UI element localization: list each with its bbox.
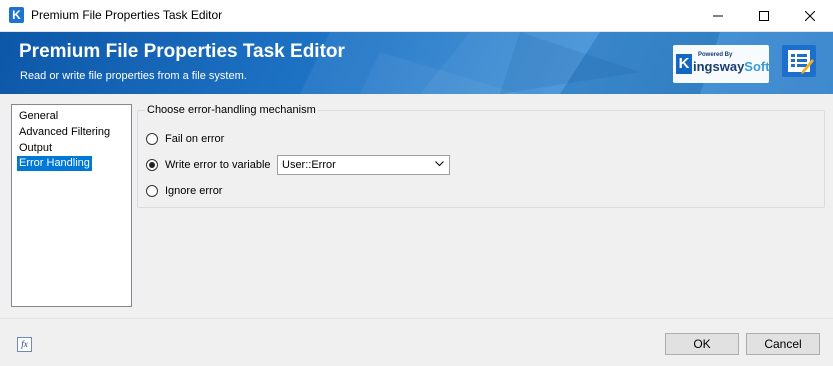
page-list: General Advanced Filtering Output Error …	[11, 104, 132, 307]
banner-subtitle: Read or write file properties from a fil…	[20, 70, 247, 82]
ok-button[interactable]: OK	[665, 333, 739, 355]
write-error-radio[interactable]	[146, 159, 158, 171]
fail-on-error-radio[interactable]	[146, 133, 158, 145]
title-bar: K Premium File Properties Task Editor	[0, 0, 833, 32]
nav-item-error-handling[interactable]: Error Handling	[17, 156, 92, 171]
logo-powered-by: Powered By	[698, 52, 733, 58]
write-error-label[interactable]: Write error to variable	[165, 159, 271, 171]
ignore-error-radio[interactable]	[146, 185, 158, 197]
logo-wordmark: ingswaySoft	[693, 59, 770, 74]
minimize-icon	[713, 15, 723, 16]
ignore-error-label[interactable]: Ignore error	[165, 185, 222, 197]
logo-word-main: ingsway	[693, 59, 745, 74]
window-title: Premium File Properties Task Editor	[31, 8, 223, 22]
chevron-down-icon	[435, 161, 444, 167]
nav-item-output[interactable]: Output	[17, 141, 54, 156]
group-legend: Choose error-handling mechanism	[145, 104, 318, 116]
variable-select-value: User::Error	[282, 159, 336, 171]
nav-item-advanced-filtering[interactable]: Advanced Filtering	[17, 125, 112, 140]
variable-select[interactable]: User::Error	[277, 155, 450, 175]
maximize-icon	[759, 10, 769, 21]
kingswaysoft-logo: Powered By K ingswaySoft	[676, 50, 770, 80]
logo-word-soft: Soft	[744, 59, 770, 74]
logo-k: K	[676, 54, 692, 74]
nav-item-general[interactable]: General	[17, 109, 60, 124]
task-tool-icon	[782, 45, 816, 77]
expressions-icon[interactable]: fx	[17, 337, 32, 352]
cancel-button[interactable]: Cancel	[746, 333, 820, 355]
minimize-button[interactable]	[695, 0, 741, 31]
maximize-button[interactable]	[741, 0, 787, 31]
close-icon	[805, 10, 815, 21]
close-button[interactable]	[787, 0, 833, 31]
app-icon: K	[9, 7, 24, 23]
footer-divider	[0, 318, 833, 319]
document-list-icon	[788, 50, 814, 74]
banner-title: Premium File Properties Task Editor	[19, 41, 345, 62]
fail-on-error-label[interactable]: Fail on error	[165, 133, 224, 145]
